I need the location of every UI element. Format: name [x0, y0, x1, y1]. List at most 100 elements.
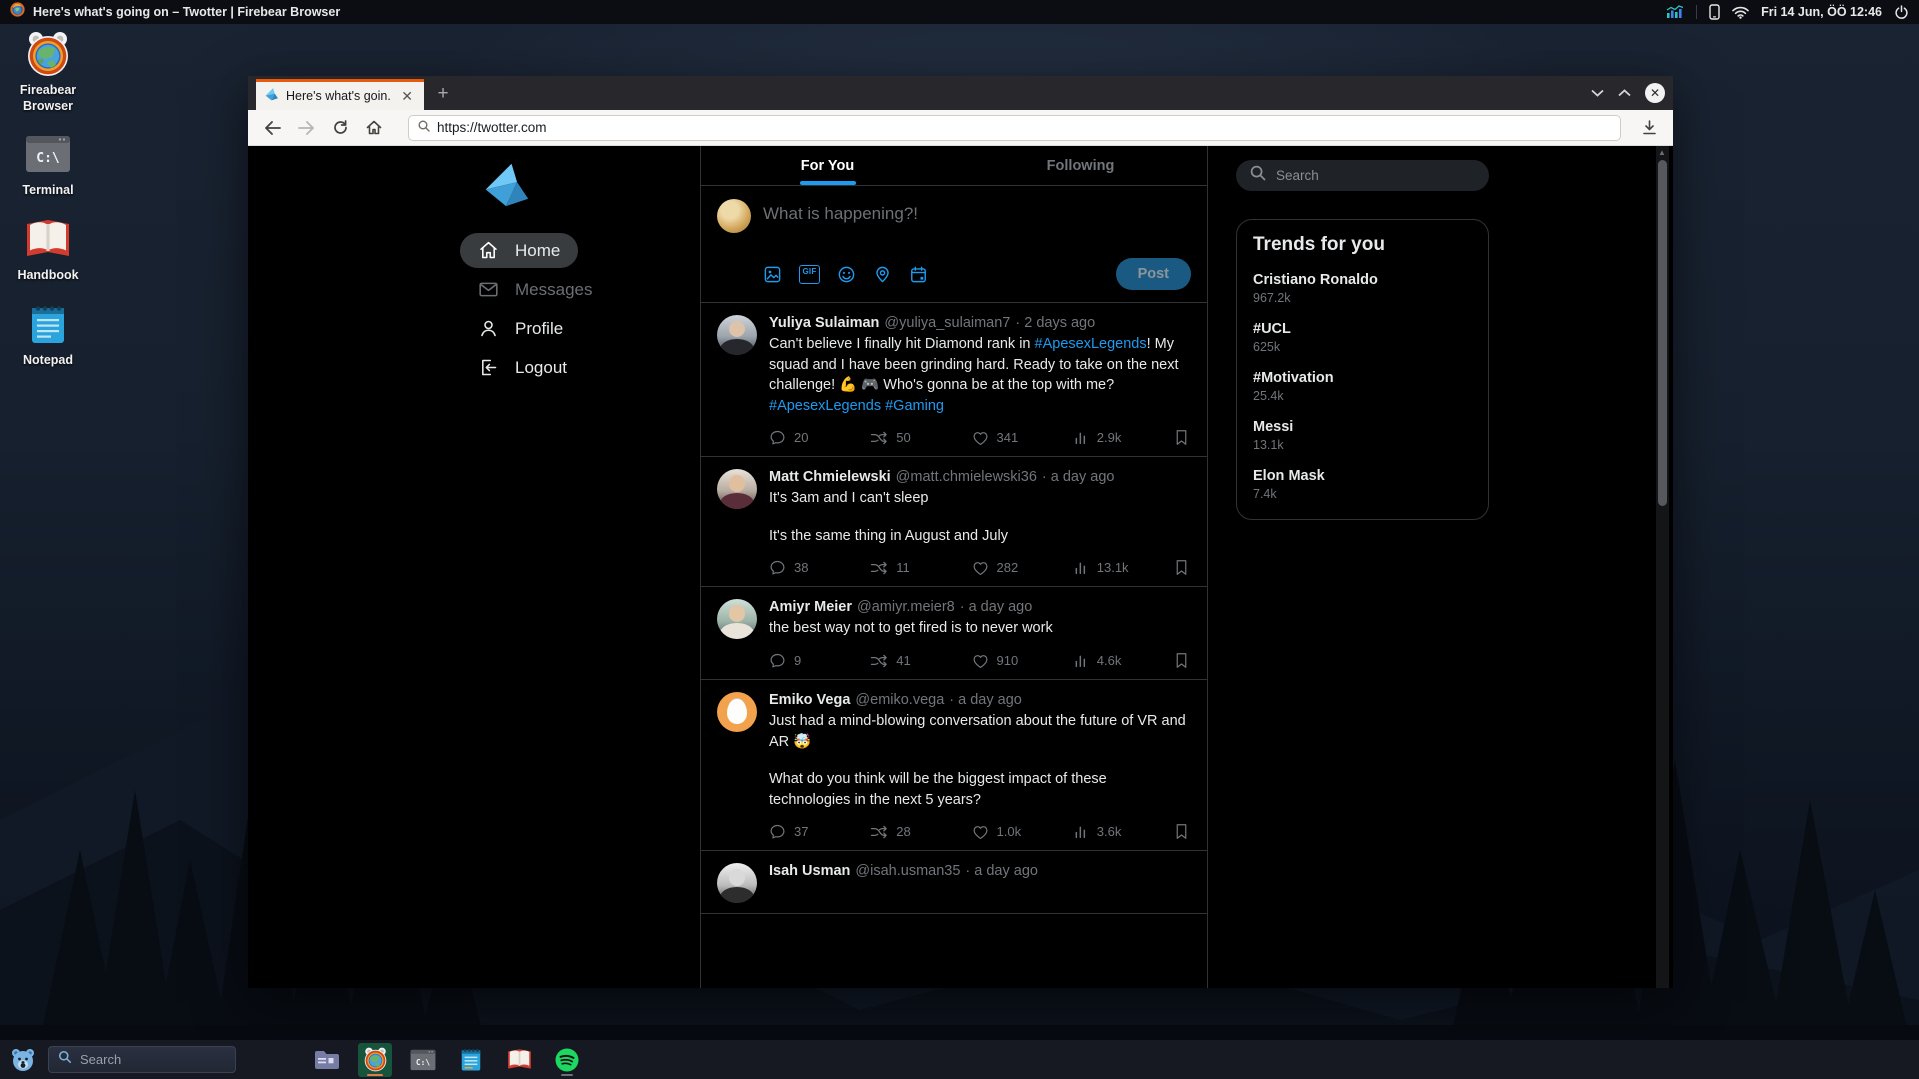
desktop-icon-firebear-browser[interactable]: Fireabear Browser	[6, 30, 90, 114]
reply-button[interactable]: 37	[769, 823, 870, 840]
taskbar-notepad[interactable]	[454, 1043, 488, 1077]
wifi-icon[interactable]	[1732, 6, 1749, 19]
twotter-search[interactable]	[1236, 160, 1489, 191]
trend-item[interactable]: #Motivation 25.4k	[1253, 370, 1472, 403]
scrollbar-thumb[interactable]	[1658, 160, 1667, 506]
compose-input[interactable]: What is happening?!	[763, 199, 1191, 224]
taskbar-terminal[interactable]: C:\	[406, 1043, 440, 1077]
tweet-author-handle[interactable]: @matt.chmielewski36	[896, 469, 1037, 485]
sidebar-item-logout[interactable]: Logout	[460, 350, 585, 385]
hashtag-link[interactable]: #ApesexLegends	[1035, 336, 1147, 352]
scroll-up-arrow-icon[interactable]: ▲	[1658, 148, 1666, 157]
taskbar-search[interactable]	[48, 1046, 236, 1073]
tweet-avatar[interactable]	[717, 599, 757, 639]
tab-for-you[interactable]: For You	[701, 146, 954, 185]
close-icon[interactable]: ✕	[1645, 83, 1665, 103]
tweet-author-name[interactable]: Amiyr Meier	[769, 599, 852, 615]
trend-item[interactable]: #UCL 625k	[1253, 321, 1472, 354]
back-icon[interactable]	[258, 114, 286, 142]
tweet-author-handle[interactable]: @emiko.vega	[855, 692, 944, 708]
browser-tab[interactable]: Here's what's goin... ✕	[256, 79, 424, 110]
tweet[interactable]: Amiyr Meier @amiyr.meier8 · a day ago th…	[701, 587, 1207, 680]
clock[interactable]: Fri 14 Jun, ÖÖ 12:46	[1761, 5, 1882, 19]
reply-button[interactable]: 20	[769, 429, 870, 446]
hashtag-link[interactable]: #ApesexLegends	[769, 398, 881, 414]
bookmark-button[interactable]	[1174, 559, 1189, 576]
like-button[interactable]: 1.0k	[972, 824, 1073, 840]
desktop-icon-handbook[interactable]: Handbook	[6, 215, 90, 284]
tweet-avatar[interactable]	[717, 315, 757, 355]
views-button[interactable]: 13.1k	[1073, 560, 1174, 576]
trend-item[interactable]: Elon Mask 7.4k	[1253, 468, 1472, 501]
desktop-icon-terminal[interactable]: C:\ Terminal	[6, 130, 90, 199]
url-input[interactable]	[437, 120, 1611, 135]
reply-button[interactable]: 9	[769, 652, 870, 669]
tweet-author-name[interactable]: Emiko Vega	[769, 692, 850, 708]
like-button[interactable]: 282	[972, 560, 1073, 576]
chevron-up-icon[interactable]	[1618, 89, 1631, 97]
tweet[interactable]: Isah Usman @isah.usman35 · a day ago	[701, 851, 1207, 914]
views-button[interactable]: 3.6k	[1073, 824, 1174, 840]
taskbar-file-manager[interactable]	[310, 1043, 344, 1077]
tweet-author-name[interactable]: Yuliya Sulaiman	[769, 315, 879, 331]
reply-button[interactable]: 38	[769, 559, 870, 576]
tab-following[interactable]: Following	[954, 146, 1207, 185]
tweet-avatar[interactable]	[717, 692, 757, 732]
views-button[interactable]: 4.6k	[1073, 653, 1174, 669]
sidebar-item-profile[interactable]: Profile	[460, 311, 581, 346]
repost-button[interactable]: 50	[870, 430, 971, 446]
tweet[interactable]: Matt Chmielewski @matt.chmielewski36 · a…	[701, 457, 1207, 587]
tweet-avatar[interactable]	[717, 863, 757, 903]
forward-icon[interactable]	[292, 114, 320, 142]
tweet-author-handle[interactable]: @isah.usman35	[855, 863, 960, 879]
sidebar-item-home[interactable]: Home	[460, 233, 578, 268]
hashtag-link[interactable]: #Gaming	[885, 398, 944, 414]
trend-item[interactable]: Cristiano Ronaldo 967.2k	[1253, 272, 1472, 305]
new-tab-button[interactable]: +	[430, 81, 456, 107]
repost-button[interactable]: 11	[870, 560, 971, 576]
twotter-logo-icon[interactable]	[480, 160, 700, 213]
emoji-icon[interactable]	[837, 265, 856, 284]
power-icon[interactable]	[1894, 5, 1909, 20]
taskbar-handbook[interactable]	[502, 1043, 536, 1077]
feed-column: For You Following What is happening?! GI…	[700, 146, 1208, 988]
repost-button[interactable]: 41	[870, 653, 971, 669]
tweet-author-name[interactable]: Matt Chmielewski	[769, 469, 891, 485]
page-scrollbar[interactable]: ▲	[1656, 146, 1669, 988]
tweet-avatar[interactable]	[717, 469, 757, 509]
url-bar[interactable]	[408, 115, 1621, 141]
tweet-author-name[interactable]: Isah Usman	[769, 863, 850, 879]
start-bear-icon[interactable]	[6, 1043, 40, 1077]
gif-icon[interactable]: GIF	[799, 265, 820, 284]
tweet-author-handle[interactable]: @yuliya_sulaiman7	[884, 315, 1010, 331]
tweet[interactable]: Yuliya Sulaiman @yuliya_sulaiman7 · 2 da…	[701, 303, 1207, 457]
image-icon[interactable]	[763, 265, 782, 284]
calendar-icon[interactable]	[909, 265, 928, 284]
search-input[interactable]	[1276, 168, 1475, 183]
bookmark-button[interactable]	[1174, 429, 1189, 446]
post-button[interactable]: Post	[1116, 258, 1191, 290]
phone-icon[interactable]	[1709, 4, 1720, 20]
taskbar-search-input[interactable]	[80, 1052, 200, 1067]
location-icon[interactable]	[873, 265, 892, 284]
tweet[interactable]: Emiko Vega @emiko.vega · a day ago Just …	[701, 680, 1207, 851]
stocks-chart-icon[interactable]	[1666, 5, 1684, 19]
taskbar-spotify[interactable]	[550, 1043, 584, 1077]
bookmark-button[interactable]	[1174, 823, 1189, 840]
repost-button[interactable]: 28	[870, 824, 971, 840]
desktop-icon-notepad[interactable]: Notepad	[6, 300, 90, 369]
like-button[interactable]: 910	[972, 653, 1073, 669]
home-icon[interactable]	[360, 114, 388, 142]
tweet-author-handle[interactable]: @amiyr.meier8	[857, 599, 955, 615]
tab-close-icon[interactable]: ✕	[398, 88, 416, 104]
views-button[interactable]: 2.9k	[1073, 430, 1174, 446]
user-avatar[interactable]	[717, 199, 751, 233]
trend-item[interactable]: Messi 13.1k	[1253, 419, 1472, 452]
download-icon[interactable]	[1635, 114, 1663, 142]
taskbar-firebear-browser[interactable]	[358, 1043, 392, 1077]
sidebar-item-messages[interactable]: Messages	[460, 272, 610, 307]
like-button[interactable]: 341	[972, 430, 1073, 446]
chevron-down-icon[interactable]	[1591, 89, 1604, 97]
bookmark-button[interactable]	[1174, 652, 1189, 669]
reload-icon[interactable]	[326, 114, 354, 142]
